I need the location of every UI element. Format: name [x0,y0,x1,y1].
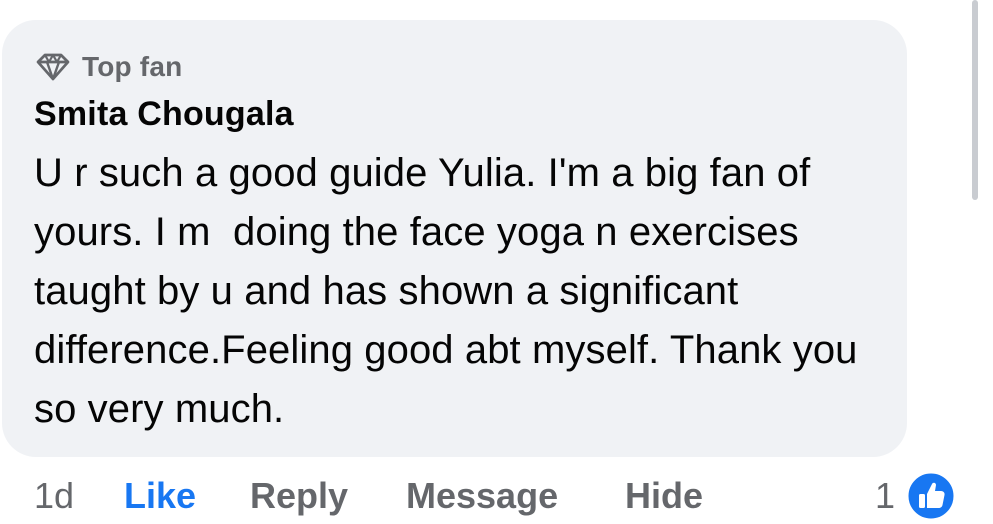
diamond-icon [36,53,70,81]
comment-timestamp[interactable]: 1d [34,476,74,516]
hide-button[interactable]: Hide [625,476,703,516]
comment-text: U r such a good guide Yulia. I'm a big f… [34,151,869,431]
top-fan-badge: Top fan [34,50,182,84]
comment-actions-bar: 1d Like Reply Message Hide 1 [0,470,993,524]
reply-button[interactable]: Reply [250,476,348,516]
message-button[interactable]: Message [406,476,558,516]
comment-screen: Top fan Smita Chougala U r such a good g… [0,0,993,524]
scrollbar[interactable] [972,0,978,200]
badge-label: Top fan [82,51,183,82]
like-thumb-icon[interactable] [905,470,957,522]
like-button[interactable]: Like [124,476,196,516]
reaction-count[interactable]: 1 [875,476,895,516]
comment-author-name[interactable]: Smita Chougala [34,95,294,134]
